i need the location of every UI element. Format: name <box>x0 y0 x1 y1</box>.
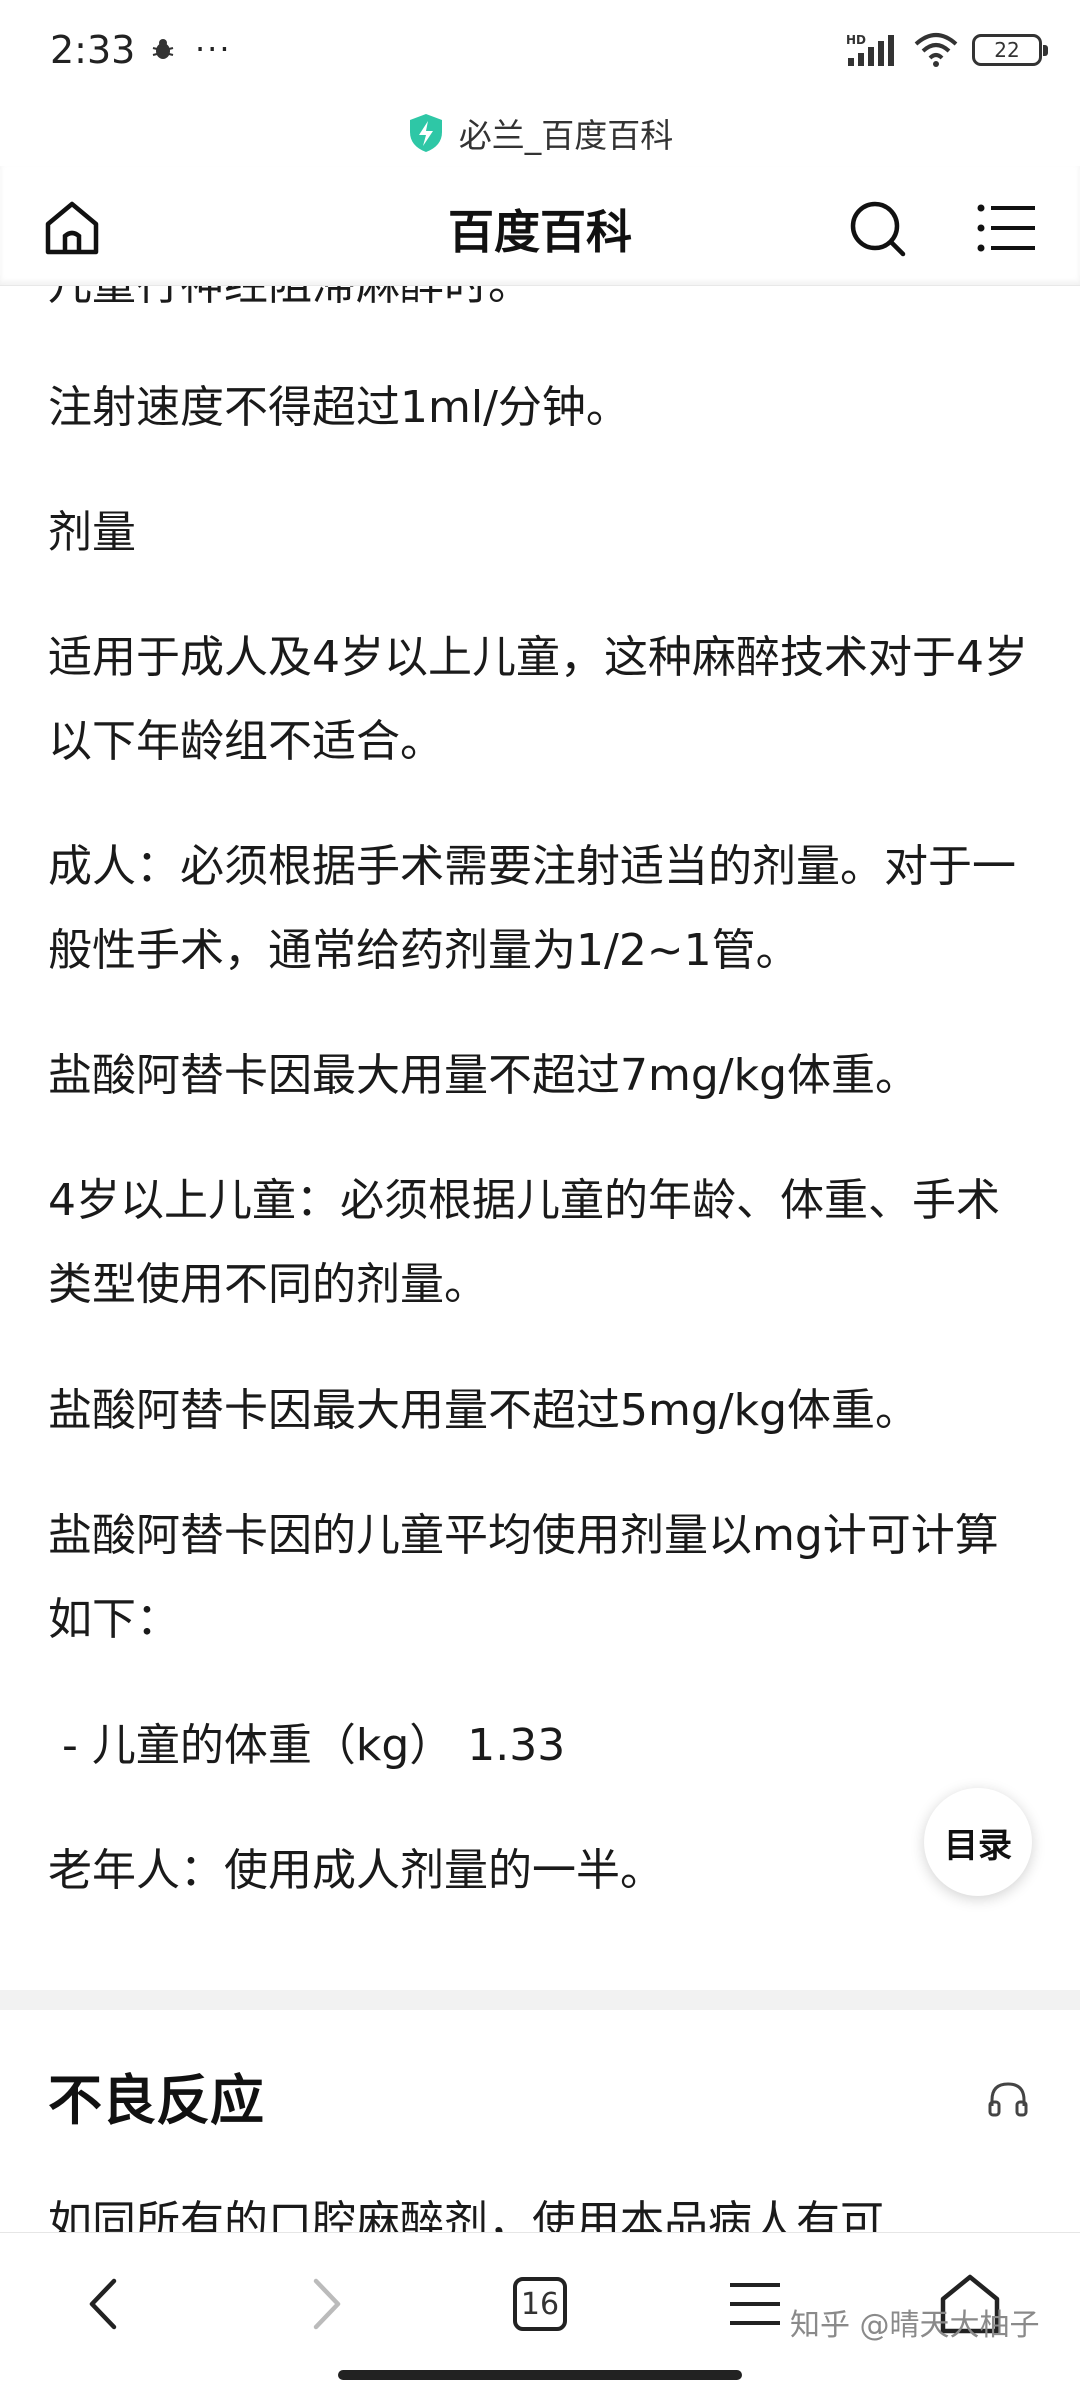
bug-notification-icon <box>152 39 174 59</box>
tabs-button[interactable]: 16 <box>505 2269 575 2339</box>
paragraph-formula: - 儿童的体重（kg） 1.33 <box>48 1720 566 1771</box>
battery-level: 22 <box>994 38 1020 62</box>
section-first-line: 如同所有的口腔麻醉剂，使用本品病人有可 <box>48 2197 884 2236</box>
network-label: HD <box>846 33 866 47</box>
site-title: 百度百科 <box>448 205 632 259</box>
paragraph-adult: 成人：必须根据手术需要注射适当的剂量。对于一般性手术，通常给药剂量为1/2~1管… <box>48 841 1016 976</box>
signal-icon: HD <box>846 33 894 66</box>
tabs-count: 16 <box>520 2286 560 2322</box>
paragraph-applicable: 适用于成人及4岁以上儿童，这种麻醉技术对于4岁以下年龄组不适合。 <box>48 632 1028 767</box>
forward-icon[interactable] <box>290 2269 360 2339</box>
paragraph-children: 4岁以上儿童：必须根据儿童的年龄、体重、手术类型使用不同的剂量。 <box>48 1175 1000 1310</box>
section-title-adverse: 不良反应 <box>48 2069 264 2132</box>
home-indicator[interactable] <box>338 2370 742 2380</box>
status-time: 2:33 <box>50 28 136 72</box>
section-divider <box>0 1990 1080 2010</box>
clipped-paragraph: 儿童行神经阻滞麻醉时。 <box>48 286 532 312</box>
status-icons: HD 22 <box>846 30 1048 70</box>
more-notifications-icon: ··· <box>195 30 232 68</box>
article-content: 儿童行神经阻滞麻醉时。 注射速度不得超过1ml/分钟。 剂量 适用于成人及4岁以… <box>0 286 1080 2236</box>
paragraph-dosage-heading: 剂量 <box>48 507 136 558</box>
status-bar: 2:33 ··· HD 22 <box>0 0 1080 100</box>
page-title-url: 必兰_百度百科 <box>458 116 674 155</box>
paragraph-adult-max: 盐酸阿替卡因最大用量不超过7mg/kg体重。 <box>48 1050 920 1101</box>
url-bar[interactable]: 必兰_百度百科 <box>0 100 1080 166</box>
paragraph-injection-speed: 注射速度不得超过1ml/分钟。 <box>48 382 630 433</box>
back-icon[interactable] <box>70 2269 140 2339</box>
shield-bolt-icon <box>409 114 442 152</box>
watermark: 知乎 @晴天大柚子 <box>790 2308 1040 2343</box>
site-header: 百度百科 <box>0 166 1080 286</box>
paragraph-children-avg: 盐酸阿替卡因的儿童平均使用剂量以mg计可计算如下： <box>48 1510 999 1645</box>
paragraph-elderly: 老年人：使用成人剂量的一半。 <box>48 1845 664 1896</box>
toc-button[interactable]: 目录 <box>924 1788 1032 1896</box>
menu-list-icon[interactable] <box>975 198 1039 258</box>
wifi-icon <box>914 33 958 67</box>
paragraph-children-max: 盐酸阿替卡因最大用量不超过5mg/kg体重。 <box>48 1385 920 1436</box>
menu-icon[interactable] <box>720 2269 790 2339</box>
battery-icon: 22 <box>972 34 1048 66</box>
headphones-icon[interactable] <box>986 2076 1030 2120</box>
search-icon[interactable] <box>845 196 909 260</box>
